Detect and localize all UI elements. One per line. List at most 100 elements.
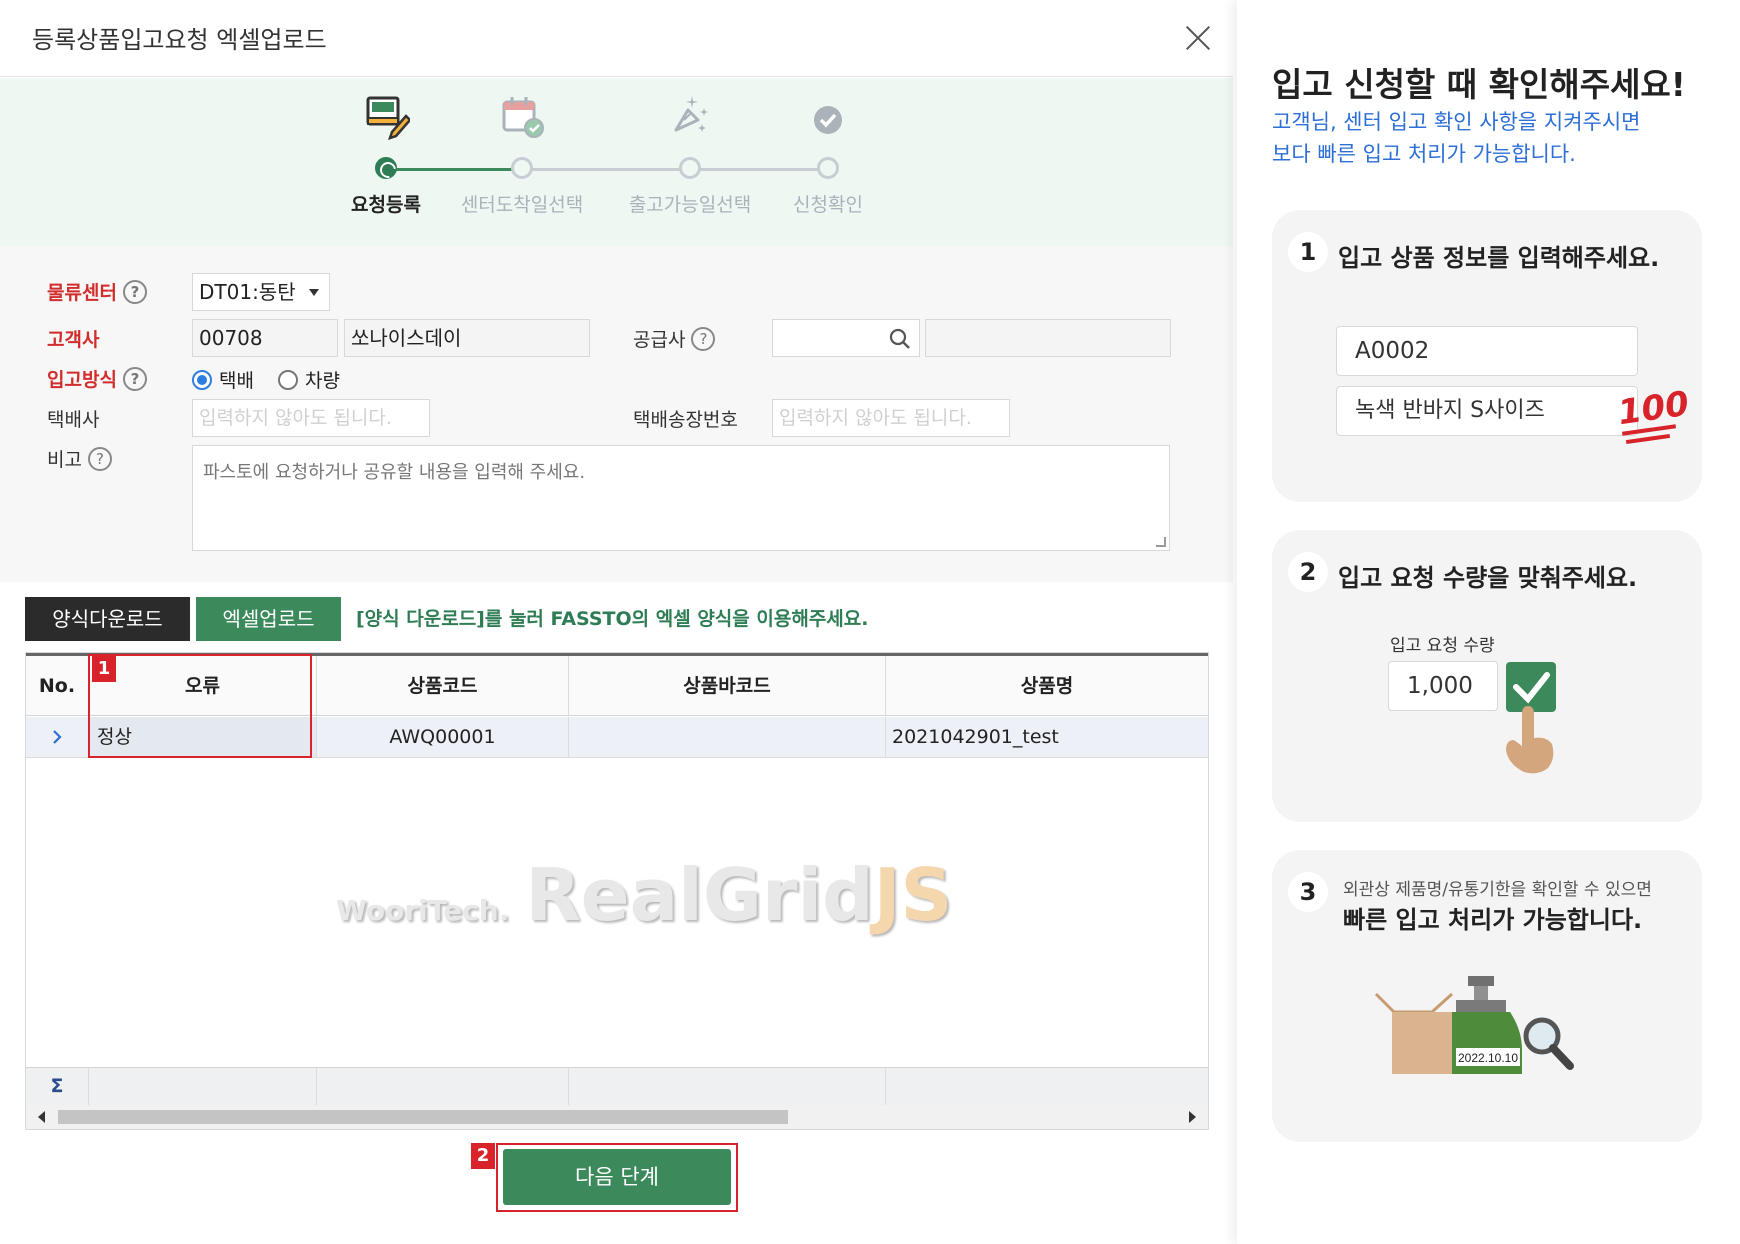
supplier-search-input[interactable] <box>772 319 920 357</box>
card-number: 2 <box>1288 552 1328 592</box>
guide-card-3: 3 외관상 제품명/유통기한을 확인할 수 있으면 빠른 입고 처리가 가능합니… <box>1272 850 1702 1142</box>
step-dot <box>375 157 397 179</box>
search-icon[interactable] <box>889 328 911 350</box>
modal-header: 등록상품입고요청 엑셀업로드 <box>0 0 1233 77</box>
callout-box-1 <box>88 654 312 758</box>
horizontal-scrollbar[interactable] <box>26 1105 1208 1129</box>
method-label: 입고방식? <box>47 365 147 392</box>
guide-card-1: 1 입고 상품 정보를 입력해주세요. A0002 녹색 반바지 S사이즈 10… <box>1272 210 1702 502</box>
guide-title: 입고 신청할 때 확인해주세요! <box>1272 65 1686 104</box>
qty-label: 입고 요청 수량 <box>1390 636 1495 656</box>
card-title: 빠른 입고 처리가 가능합니다. <box>1343 906 1643 934</box>
hundred-points-icon: 100 <box>1616 384 1691 450</box>
grid-watermark: WooriTech. RealGridJS <box>336 853 952 937</box>
supplier-label: 공급사? <box>633 325 716 352</box>
tracking-input[interactable]: 입력하지 않아도 됩니다. <box>772 399 1010 437</box>
watermark-vendor: WooriTech. <box>336 894 510 927</box>
footer-cell <box>317 1067 569 1105</box>
step-dot <box>817 157 839 179</box>
date-label: 2022.10.10 <box>1458 1051 1518 1065</box>
center-select-value: DT01:동탄 <box>199 280 296 304</box>
step-dot <box>511 157 533 179</box>
help-icon[interactable]: ? <box>122 280 147 304</box>
step-dot <box>679 157 701 179</box>
guide-subtitle-line1: 고객님, 센터 입고 확인 사항을 지켜주시면 <box>1272 110 1641 134</box>
center-label: 물류센터? <box>47 278 147 305</box>
method-label-text: 입고방식 <box>47 369 117 391</box>
next-step-button[interactable]: 다음 단계 <box>503 1149 731 1205</box>
center-select[interactable]: DT01:동탄 <box>192 273 330 311</box>
help-icon[interactable]: ? <box>691 327 716 351</box>
scroll-right-icon[interactable] <box>1189 1111 1196 1123</box>
watermark-js: JS <box>873 853 953 937</box>
modal-title: 등록상품입고요청 엑셀업로드 <box>32 26 327 54</box>
check-circle-icon <box>814 106 842 134</box>
radio-parcel-label[interactable]: 택배 <box>219 366 254 393</box>
scroll-left-icon[interactable] <box>38 1111 45 1123</box>
upload-hint: [양식 다운로드]를 눌러 FASSTO의 엑셀 양식을 이용해주세요. <box>356 608 869 630</box>
column-header-barcode[interactable]: 상품바코드 <box>569 656 886 716</box>
chevron-right-icon[interactable] <box>51 729 63 745</box>
chevron-down-icon <box>309 289 319 296</box>
callout-badge-2: 2 <box>471 1143 495 1169</box>
memo-textarea[interactable]: 파스토에 요청하거나 공유할 내용을 입력해 주세요. <box>192 445 1170 551</box>
resize-handle[interactable] <box>1156 537 1166 547</box>
qty-field: 1,000 <box>1388 661 1498 711</box>
watermark-product: RealGrid <box>525 853 874 937</box>
memo-edit-icon <box>366 96 410 140</box>
card-caption: 외관상 제품명/유통기한을 확인할 수 있으면 <box>1343 880 1652 900</box>
memo-label-text: 비고 <box>47 449 82 471</box>
radio-vehicle-label[interactable]: 차량 <box>305 366 340 393</box>
cell-name[interactable]: 2021042901_test <box>886 717 1208 758</box>
courier-label: 택배사 <box>47 409 100 431</box>
help-icon[interactable]: ? <box>122 367 147 391</box>
card-title: 입고 요청 수량을 맞춰주세요. <box>1338 564 1638 592</box>
rocket-sparkle-icon <box>674 96 708 132</box>
card-number: 3 <box>1288 872 1328 912</box>
column-header-name[interactable]: 상품명 <box>886 656 1208 716</box>
product-inspection-illustration: 2022.10.10 <box>1374 976 1574 1074</box>
badge-underline <box>1625 433 1671 445</box>
card-number: 1 <box>1288 232 1328 272</box>
hand-check-icon <box>1506 662 1556 774</box>
scrollbar-thumb[interactable] <box>58 1110 788 1124</box>
mock-product-code: A0002 <box>1336 326 1638 376</box>
step-confirm: 신청확인 <box>738 78 918 238</box>
footer-cell <box>886 1067 1208 1105</box>
help-icon[interactable]: ? <box>87 447 112 471</box>
guide-subtitle-line2: 보다 빠른 입고 처리가 가능합니다. <box>1272 142 1576 166</box>
customer-label: 고객사 <box>47 329 100 351</box>
column-header-code[interactable]: 상품코드 <box>317 656 569 716</box>
radio-vehicle[interactable] <box>278 370 298 390</box>
close-icon[interactable] <box>1180 20 1216 56</box>
memo-label: 비고? <box>47 445 112 472</box>
footer-cell <box>569 1067 886 1105</box>
column-header-no[interactable]: No. <box>26 656 89 716</box>
step-label: 신청확인 <box>793 194 863 216</box>
center-label-text: 물류센터 <box>47 282 117 304</box>
callout-badge-1: 1 <box>92 656 116 682</box>
customer-code-field: 00708 <box>192 319 338 357</box>
step-center-arrival: 센터도착일선택 <box>432 78 612 238</box>
guide-card-2: 2 입고 요청 수량을 맞춰주세요. 입고 요청 수량 1,000 <box>1272 530 1702 822</box>
tracking-label: 택배송장번호 <box>633 409 738 431</box>
customer-name-field: 쏘나이스데이 <box>344 319 590 357</box>
row-expand[interactable] <box>26 717 89 758</box>
guide-panel: 입고 신청할 때 확인해주세요! 고객님, 센터 입고 확인 사항을 지켜주시면… <box>1237 0 1740 1244</box>
step-label: 센터도착일선택 <box>460 194 584 216</box>
supplier-name-field <box>925 319 1171 357</box>
courier-input[interactable]: 입력하지 않아도 됩니다. <box>192 399 430 437</box>
template-download-button[interactable]: 양식다운로드 <box>25 597 190 641</box>
cell-code[interactable]: AWQ00001 <box>317 717 569 758</box>
cell-barcode[interactable] <box>569 717 886 758</box>
footer-cell <box>89 1067 317 1105</box>
supplier-label-text: 공급사 <box>633 329 686 351</box>
sum-icon: Σ <box>26 1067 89 1105</box>
memo-placeholder: 파스토에 요청하거나 공유할 내용을 입력해 주세요. <box>203 462 586 483</box>
calendar-check-icon <box>502 97 544 138</box>
card-title: 입고 상품 정보를 입력해주세요. <box>1338 244 1660 272</box>
excel-upload-button[interactable]: 엑셀업로드 <box>196 597 341 641</box>
radio-parcel[interactable] <box>192 370 212 390</box>
upload-modal: 등록상품입고요청 엑셀업로드 요청등록 센터도착일선택 출고가능일선택 신청확인… <box>0 0 1233 1244</box>
guide-subtitle: 고객님, 센터 입고 확인 사항을 지켜주시면 보다 빠른 입고 처리가 가능합… <box>1272 106 1641 170</box>
